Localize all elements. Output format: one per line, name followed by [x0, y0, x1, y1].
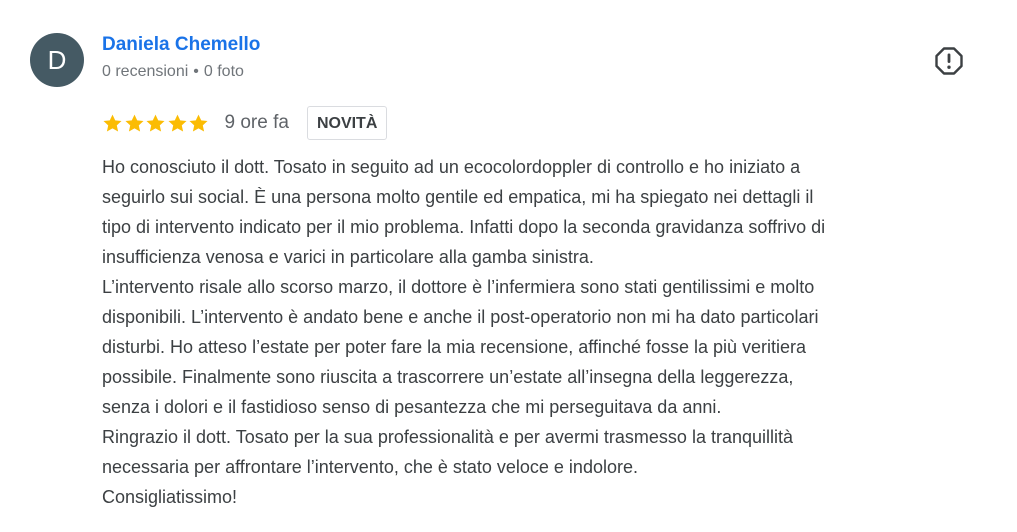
review-text-line: Ho conosciuto il dott. Tosato in seguito…	[102, 157, 801, 177]
review-text: Ho conosciuto il dott. Tosato in seguito…	[102, 152, 1007, 512]
reviews-count: 0 recensioni	[102, 63, 189, 80]
review-text-line: possibile. Finalmente sono riuscita a tr…	[102, 367, 794, 387]
review-text-line: disturbi. Ho atteso l’estate per poter f…	[102, 337, 807, 357]
star-icon	[189, 114, 208, 132]
review-text-line: seguirlo sui social. È una persona molto…	[102, 187, 814, 207]
review-text-line: disponibili. L’intervento è andato bene …	[102, 307, 819, 327]
review-text-line: Consigliatissimo!	[102, 487, 238, 507]
review-text-line: L’intervento risale allo scorso marzo, i…	[102, 277, 815, 297]
avatar[interactable]: D	[30, 33, 84, 87]
review-time: 9 ore fa	[224, 112, 289, 133]
star-icon	[103, 114, 122, 132]
author-name-link[interactable]: Daniela Chemello	[102, 34, 260, 56]
meta-separator: •	[193, 63, 199, 80]
review-text-line: insufficienza venosa e varici in partico…	[102, 247, 594, 267]
star-icon	[146, 114, 165, 132]
review-card: D Daniela Chemello 0 recensioni • 0 foto 9…	[0, 0, 1017, 532]
new-badge: NOVITÀ	[306, 106, 388, 140]
report-flag-icon[interactable]	[934, 46, 964, 76]
review-text-line: senza i dolori e il fastidioso senso di …	[102, 397, 722, 417]
rating-row: 9 ore fa NOVITÀ	[102, 104, 388, 142]
author-meta: 0 recensioni • 0 foto	[102, 63, 244, 81]
review-text-line: Ringrazio il dott. Tosato per la sua pro…	[102, 427, 794, 447]
photos-count: 0 foto	[203, 63, 244, 80]
star-rating	[102, 113, 210, 134]
star-icon	[124, 114, 144, 132]
review-text-line: tipo di intervento indicato per il mio p…	[102, 217, 826, 237]
review-text-line: necessaria per affrontare l’intervento, …	[102, 457, 638, 477]
star-icon	[167, 114, 187, 132]
